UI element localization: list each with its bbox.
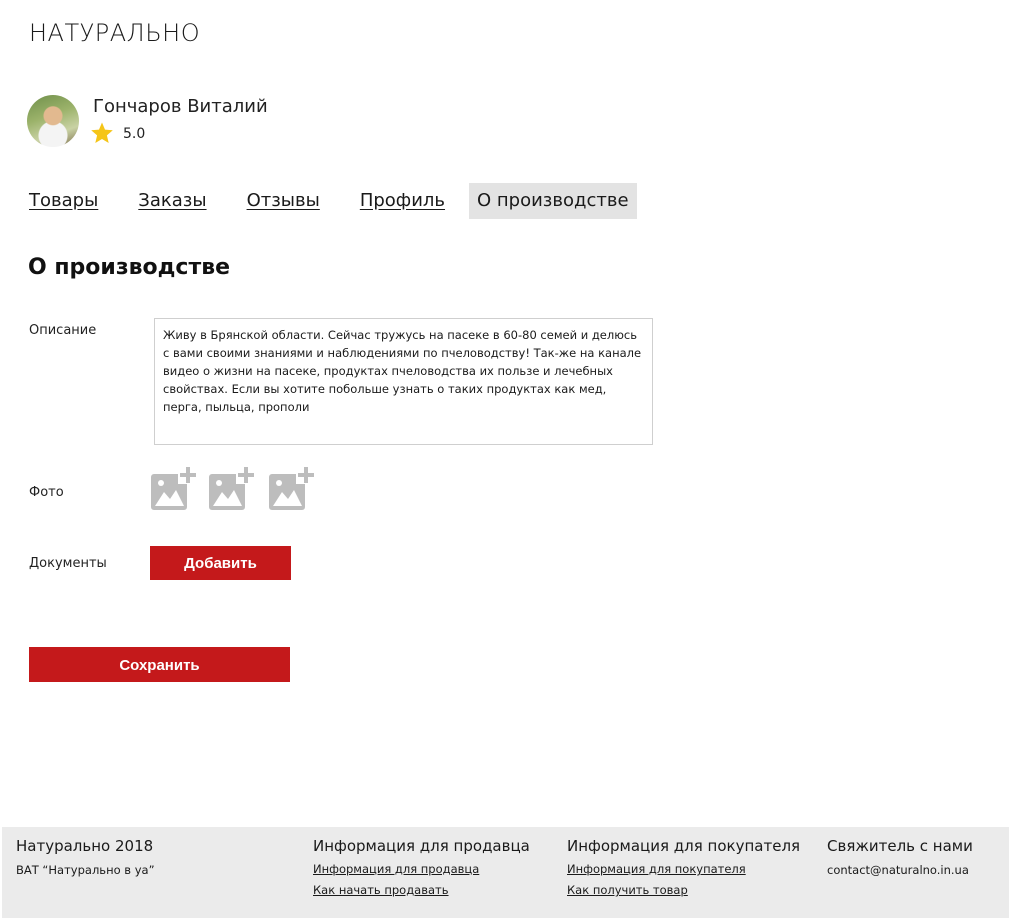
add-photo-icon[interactable] xyxy=(150,466,198,512)
footer-seller-title: Информация для продавца xyxy=(313,837,530,855)
description-textarea[interactable]: Живу в Брянской области. Сейчас тружусь … xyxy=(154,318,653,445)
tab-profile[interactable]: Профиль xyxy=(352,183,453,219)
site-logo[interactable]: НАТУРАЛЬНО xyxy=(29,19,200,47)
footer-contact-title: Свяжитель с нами xyxy=(827,837,973,855)
add-document-button[interactable]: Добавить xyxy=(150,546,291,580)
footer-seller-info: Информация для продавца Информация для п… xyxy=(313,837,530,897)
photo-label: Фото xyxy=(29,485,64,500)
seller-name: Гончаров Виталий xyxy=(93,96,268,117)
footer-company: Натурально 2018 ВАТ “Натурально в уа” xyxy=(16,837,155,877)
tab-orders[interactable]: Заказы xyxy=(130,183,214,219)
seller-rating: 5.0 xyxy=(123,126,146,142)
add-photo-icon[interactable] xyxy=(268,466,316,512)
footer-company-title: Натурально 2018 xyxy=(16,837,154,855)
footer-buyer-info: Информация для покупателя Информация для… xyxy=(567,837,800,897)
page-title: О производстве xyxy=(28,255,231,280)
footer-link-buyer-info[interactable]: Информация для покупателя xyxy=(567,862,800,876)
seller-avatar xyxy=(27,95,79,147)
save-button[interactable]: Сохранить xyxy=(29,647,290,682)
description-label: Описание xyxy=(29,323,97,338)
star-icon xyxy=(91,122,113,143)
documents-label: Документы xyxy=(29,556,107,571)
footer-link-seller-info[interactable]: Информация для продавца xyxy=(313,862,530,876)
tab-reviews[interactable]: Отзывы xyxy=(239,183,328,219)
footer-company-legal: ВАТ “Натурально в уа” xyxy=(16,863,155,877)
tab-bar: Товары Заказы Отзывы Профиль О производс… xyxy=(21,183,661,219)
footer-link-start-selling[interactable]: Как начать продавать xyxy=(313,883,530,897)
footer-contact: Свяжитель с нами contact@naturalno.in.ua xyxy=(827,837,973,877)
tab-products[interactable]: Товары xyxy=(21,183,106,219)
tab-production[interactable]: О производстве xyxy=(469,183,637,219)
footer-contact-email[interactable]: contact@naturalno.in.ua xyxy=(827,863,973,877)
footer-buyer-title: Информация для покупателя xyxy=(567,837,801,855)
footer-link-get-product[interactable]: Как получить товар xyxy=(567,883,800,897)
add-photo-icon[interactable] xyxy=(208,466,256,512)
seller-card: Гончаров Виталий 5.0 xyxy=(27,95,327,151)
footer: Натурально 2018 ВАТ “Натурально в уа” Ин… xyxy=(2,827,1009,918)
